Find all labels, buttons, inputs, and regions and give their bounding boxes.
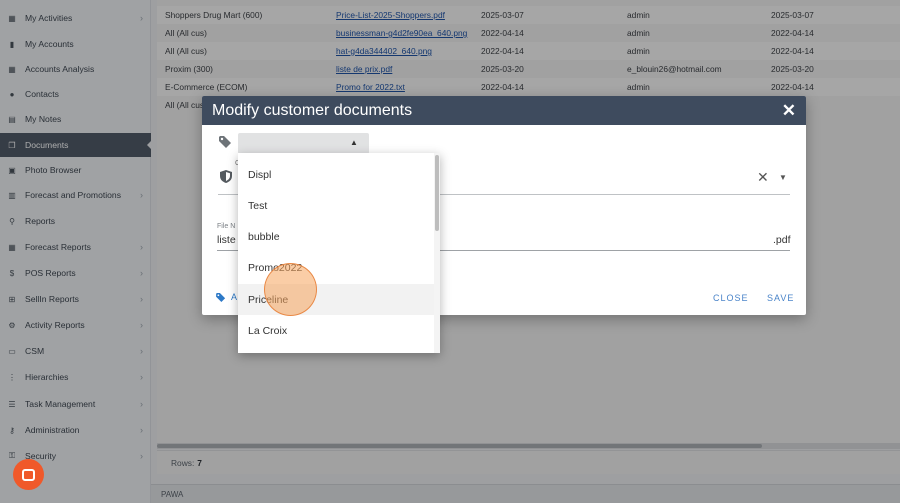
dropdown-option[interactable]: Test [238, 190, 434, 221]
save-button[interactable]: SAVE [767, 293, 794, 303]
clear-selection-icon[interactable]: ✕ [757, 169, 769, 186]
tag-dropdown-list: La CroixPricelinePromo2022bubbleTestDisp… [238, 153, 440, 353]
chat-icon [22, 468, 35, 481]
caret-up-icon: ▲ [350, 138, 358, 147]
chevron-down-icon[interactable]: ▼ [779, 173, 787, 182]
tag-select[interactable]: ▲ [238, 133, 369, 154]
dialog-title: Modify customer documents [212, 101, 413, 119]
dialog-header: Modify customer documents [202, 96, 806, 125]
dropdown-scrollbar[interactable] [434, 153, 440, 353]
dialog-close-icon[interactable]: ✕ [782, 101, 796, 121]
dropdown-option[interactable]: Displ [238, 159, 434, 190]
add-tag-button[interactable]: A [216, 292, 237, 302]
file-name-label: File N [217, 223, 236, 230]
dropdown-scrollbar-thumb[interactable] [435, 155, 439, 231]
chat-button[interactable] [13, 459, 44, 490]
tag-icon [216, 292, 226, 302]
file-name-input[interactable]: liste [217, 234, 236, 246]
shield-icon [220, 170, 232, 183]
dropdown-option[interactable]: La Croix [238, 316, 434, 347]
close-button[interactable]: CLOSE [713, 293, 749, 303]
dropdown-option[interactable]: bubble [238, 222, 434, 253]
add-tag-label: A [231, 292, 238, 302]
file-extension: .pdf [773, 234, 791, 246]
tag-icon [219, 136, 232, 151]
click-indicator [264, 263, 317, 316]
